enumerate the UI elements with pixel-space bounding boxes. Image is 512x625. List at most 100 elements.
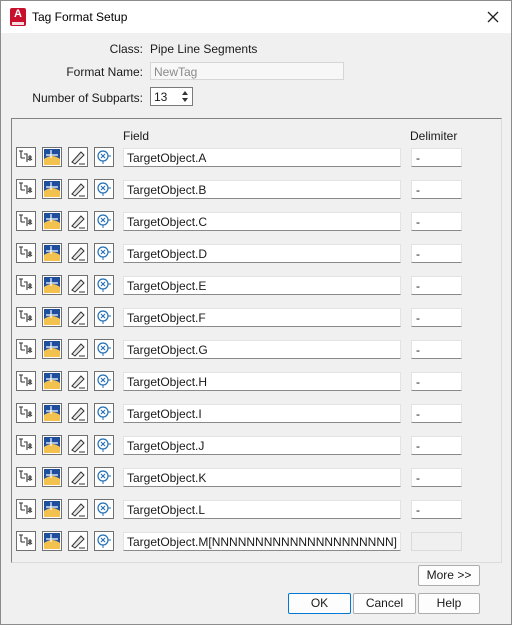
delimiter-input[interactable]: - xyxy=(411,308,462,327)
property-icon[interactable] xyxy=(16,339,36,359)
function-icon[interactable] xyxy=(94,467,114,487)
table-row: TargetObject.I - xyxy=(16,401,466,425)
field-input[interactable]: TargetObject.M[NNNNNNNNNNNNNNNNNNNNN] xyxy=(123,532,401,551)
property-icon[interactable] xyxy=(16,275,36,295)
field-select-icon[interactable] xyxy=(42,499,62,519)
edit-icon[interactable] xyxy=(68,339,88,359)
function-icon[interactable] xyxy=(94,243,114,263)
field-input[interactable]: TargetObject.B xyxy=(123,180,401,199)
field-input[interactable]: TargetObject.F xyxy=(123,308,401,327)
function-icon[interactable] xyxy=(94,211,114,231)
field-select-icon[interactable] xyxy=(42,275,62,295)
field-select-icon[interactable] xyxy=(42,307,62,327)
subparts-spinner[interactable]: 13 xyxy=(150,87,193,106)
field-input[interactable]: TargetObject.J xyxy=(123,436,401,455)
table-row: TargetObject.K - xyxy=(16,465,466,489)
function-icon[interactable] xyxy=(94,147,114,167)
property-icon[interactable] xyxy=(16,307,36,327)
field-column-header: Field xyxy=(123,129,150,143)
edit-icon[interactable] xyxy=(68,243,88,263)
edit-icon[interactable] xyxy=(68,307,88,327)
close-button[interactable] xyxy=(483,7,503,27)
ok-button[interactable]: OK xyxy=(288,593,351,614)
edit-icon[interactable] xyxy=(68,211,88,231)
edit-icon[interactable] xyxy=(68,275,88,295)
field-input[interactable]: TargetObject.A xyxy=(123,148,401,167)
field-input[interactable]: TargetObject.L xyxy=(123,500,401,519)
class-label: Class: xyxy=(109,42,143,56)
field-select-icon[interactable] xyxy=(42,179,62,199)
subparts-value[interactable]: 13 xyxy=(154,90,167,104)
edit-icon[interactable] xyxy=(68,179,88,199)
tag-format-setup-dialog: A Tag Format Setup Class: Pipe Line Segm… xyxy=(0,0,512,625)
delimiter-input[interactable]: - xyxy=(411,436,462,455)
table-row: TargetObject.B - xyxy=(16,177,466,201)
format-name-field[interactable]: NewTag xyxy=(150,62,344,80)
delimiter-input[interactable]: - xyxy=(411,244,462,263)
function-icon[interactable] xyxy=(94,531,114,551)
property-icon[interactable] xyxy=(16,499,36,519)
field-select-icon[interactable] xyxy=(42,339,62,359)
field-input[interactable]: TargetObject.H xyxy=(123,372,401,391)
function-icon[interactable] xyxy=(94,307,114,327)
app-logo-icon: A xyxy=(10,8,26,26)
property-icon[interactable] xyxy=(16,147,36,167)
field-input[interactable]: TargetObject.C xyxy=(123,212,401,231)
property-icon[interactable] xyxy=(16,467,36,487)
function-icon[interactable] xyxy=(94,179,114,199)
property-icon[interactable] xyxy=(16,211,36,231)
function-icon[interactable] xyxy=(94,435,114,455)
field-select-icon[interactable] xyxy=(42,147,62,167)
field-input[interactable]: TargetObject.G xyxy=(123,340,401,359)
field-select-icon[interactable] xyxy=(42,531,62,551)
delimiter-input[interactable]: - xyxy=(411,468,462,487)
field-select-icon[interactable] xyxy=(42,243,62,263)
table-row: TargetObject.F - xyxy=(16,305,466,329)
field-input[interactable]: TargetObject.I xyxy=(123,404,401,423)
title-bar: A Tag Format Setup xyxy=(1,1,511,33)
table-row: TargetObject.M[NNNNNNNNNNNNNNNNNNNNN] xyxy=(16,529,466,553)
field-input[interactable]: TargetObject.K xyxy=(123,468,401,487)
delimiter-input[interactable]: - xyxy=(411,180,462,199)
table-row: TargetObject.A - xyxy=(16,145,466,169)
edit-icon[interactable] xyxy=(68,467,88,487)
property-icon[interactable] xyxy=(16,531,36,551)
function-icon[interactable] xyxy=(94,403,114,423)
cancel-button[interactable]: Cancel xyxy=(353,593,416,614)
property-icon[interactable] xyxy=(16,371,36,391)
table-row: TargetObject.L - xyxy=(16,497,466,521)
edit-icon[interactable] xyxy=(68,499,88,519)
help-button[interactable]: Help xyxy=(418,593,480,614)
delimiter-input[interactable]: - xyxy=(411,340,462,359)
delimiter-input[interactable]: - xyxy=(411,500,462,519)
field-select-icon[interactable] xyxy=(42,211,62,231)
property-icon[interactable] xyxy=(16,179,36,199)
field-input[interactable]: TargetObject.D xyxy=(123,244,401,263)
function-icon[interactable] xyxy=(94,275,114,295)
field-select-icon[interactable] xyxy=(42,435,62,455)
property-icon[interactable] xyxy=(16,243,36,263)
property-icon[interactable] xyxy=(16,403,36,423)
edit-icon[interactable] xyxy=(68,531,88,551)
field-select-icon[interactable] xyxy=(42,467,62,487)
close-icon xyxy=(487,11,499,23)
field-select-icon[interactable] xyxy=(42,371,62,391)
more-button[interactable]: More >> xyxy=(418,565,480,586)
property-icon[interactable] xyxy=(16,435,36,455)
delimiter-input[interactable]: - xyxy=(411,276,462,295)
function-icon[interactable] xyxy=(94,499,114,519)
table-row: TargetObject.H - xyxy=(16,369,466,393)
function-icon[interactable] xyxy=(94,339,114,359)
delimiter-input[interactable]: - xyxy=(411,148,462,167)
delimiter-input[interactable]: - xyxy=(411,404,462,423)
field-input[interactable]: TargetObject.E xyxy=(123,276,401,295)
edit-icon[interactable] xyxy=(68,403,88,423)
edit-icon[interactable] xyxy=(68,435,88,455)
field-select-icon[interactable] xyxy=(42,403,62,423)
edit-icon[interactable] xyxy=(68,147,88,167)
delimiter-input[interactable]: - xyxy=(411,212,462,231)
function-icon[interactable] xyxy=(94,371,114,391)
edit-icon[interactable] xyxy=(68,371,88,391)
delimiter-input[interactable]: - xyxy=(411,372,462,391)
spinner-down-icon[interactable] xyxy=(180,96,191,104)
